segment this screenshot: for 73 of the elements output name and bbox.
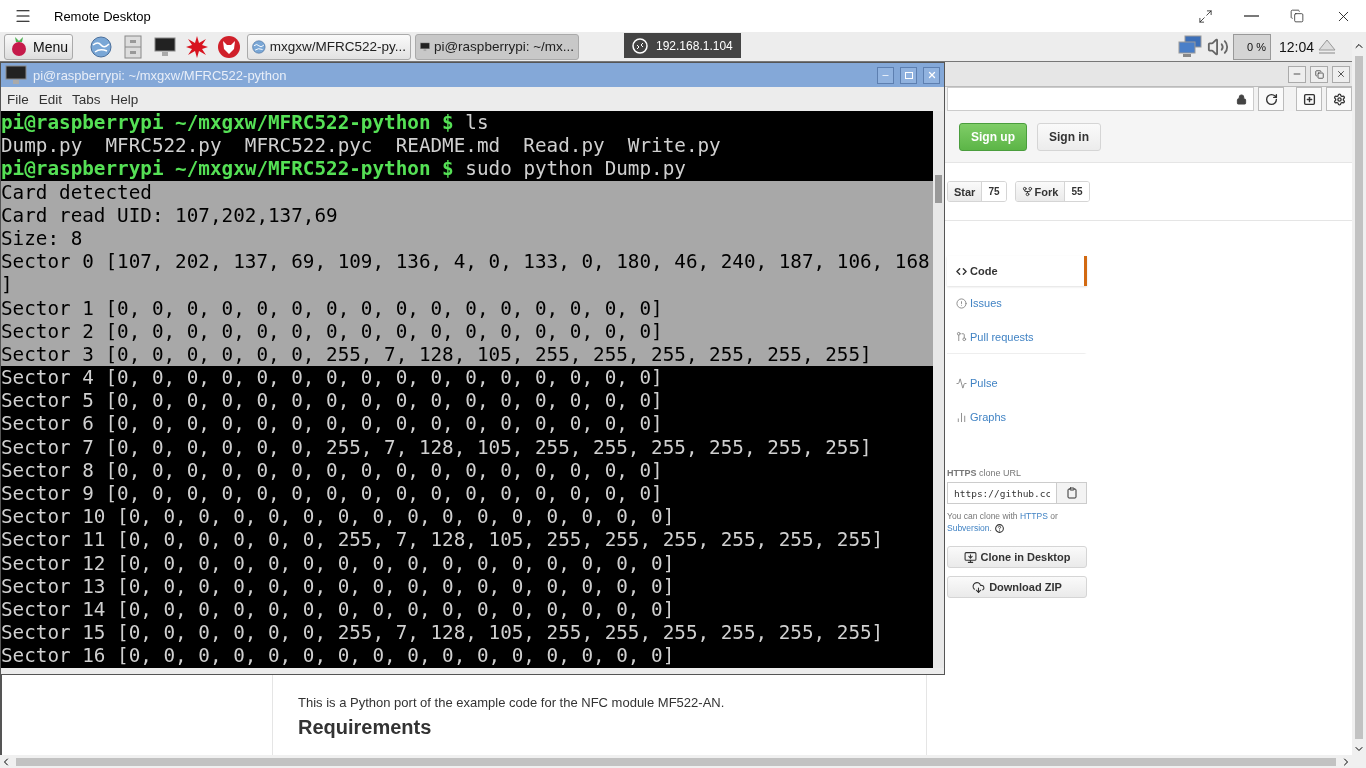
window-title: Remote Desktop [54,8,152,24]
monitor-download-icon [963,550,977,564]
section-heading: Requirements [298,716,433,738]
clone-url-field[interactable]: https://github.cc [947,482,1057,504]
help-icon[interactable] [994,524,1004,534]
restore-icon [1314,69,1324,79]
cpu-usage: 0 % [1232,33,1271,60]
download-zip-button[interactable]: Download ZIP [947,576,1087,598]
monitor-icon [5,65,27,85]
cloud-download-icon [972,580,986,594]
raspberry-logo-icon [9,35,29,58]
restore-button[interactable] [1310,65,1328,83]
repo-nav-item[interactable]: Graphs [947,400,1087,434]
menu-item[interactable]: Tabs [72,91,101,107]
network-icon[interactable] [1176,34,1203,59]
scrollbar-thumb[interactable] [1355,56,1363,739]
taskbar-button[interactable]: pi@raspberrypi: ~/mx... [415,33,580,60]
pull-request-icon [956,331,967,342]
connection-icon [632,37,648,54]
repo-nav-item[interactable]: Pull requests [947,320,1087,354]
close-icon [926,70,937,80]
settings-button[interactable] [1326,87,1352,111]
link[interactable]: Subversion [947,523,990,533]
maximize-icon [904,71,913,79]
restore-icon [1290,9,1304,23]
fork-icon [1021,186,1033,197]
close-button[interactable] [1332,65,1350,83]
clone-note: You can clone with HTTPS or Subversion. [947,510,1059,534]
repo-nav-item[interactable]: Code [947,256,1087,286]
pulse-icon [956,377,967,389]
clone-desktop-button[interactable]: Clone in Desktop [947,546,1087,568]
terminal-title: pi@raspberrypi: ~/mxgxw/MFRC522-python [33,67,288,83]
alert-circle-icon [956,297,967,309]
plus-square-icon [1302,92,1316,106]
copy-button[interactable] [1057,482,1087,504]
fox-head-icon [217,34,242,59]
menu-item[interactable]: Help [110,91,139,107]
maximize-button[interactable] [900,66,917,84]
repo-nav-item[interactable]: Issues [947,286,1087,320]
scrollbar-thumb[interactable] [16,757,1336,766]
minimize-button[interactable] [1288,65,1306,83]
sign-in-button[interactable]: Sign in [1037,122,1101,151]
reload-button[interactable] [1258,87,1284,111]
star-button[interactable]: Star 75 [947,181,1007,202]
scrollbar-thumb[interactable] [935,175,942,203]
lock-icon [1236,93,1247,105]
close-button[interactable] [923,66,940,84]
expand-icon [1197,8,1213,24]
eject-icon[interactable] [1318,38,1336,55]
readme-text: This is a Python port of the example code for the NFC module MF522-AN. [298,694,726,712]
reload-icon [1264,92,1278,106]
clone-url-label: HTTPS clone URL [947,468,1023,478]
menu-button[interactable]: Menu [4,33,74,60]
minimize-button[interactable] [877,66,894,84]
clipboard-icon [1065,487,1078,499]
globe-icon [90,35,113,58]
menu-item[interactable]: File [7,91,29,107]
bar-chart-icon [956,411,967,423]
close-icon [1336,69,1346,79]
file-cabinet-icon [124,34,143,59]
fork-button[interactable]: Fork 55 [1014,181,1090,202]
code-icon [956,265,967,277]
menu-icon[interactable] [14,7,32,25]
settings-icon [1332,92,1346,106]
repo-nav-item[interactable]: Pulse [947,366,1087,400]
clock: 12:04 [1278,38,1314,55]
connection-address: 192.168.1.104 [656,38,733,53]
taskbar-button[interactable]: mxgxw/MFRC522-py... [247,33,412,60]
new-tab-button[interactable] [1296,87,1322,111]
menu-item[interactable]: Edit [38,91,63,107]
monitor-icon [154,36,177,57]
minimize-icon [1243,15,1259,17]
link[interactable]: HTTPS [1019,511,1048,521]
